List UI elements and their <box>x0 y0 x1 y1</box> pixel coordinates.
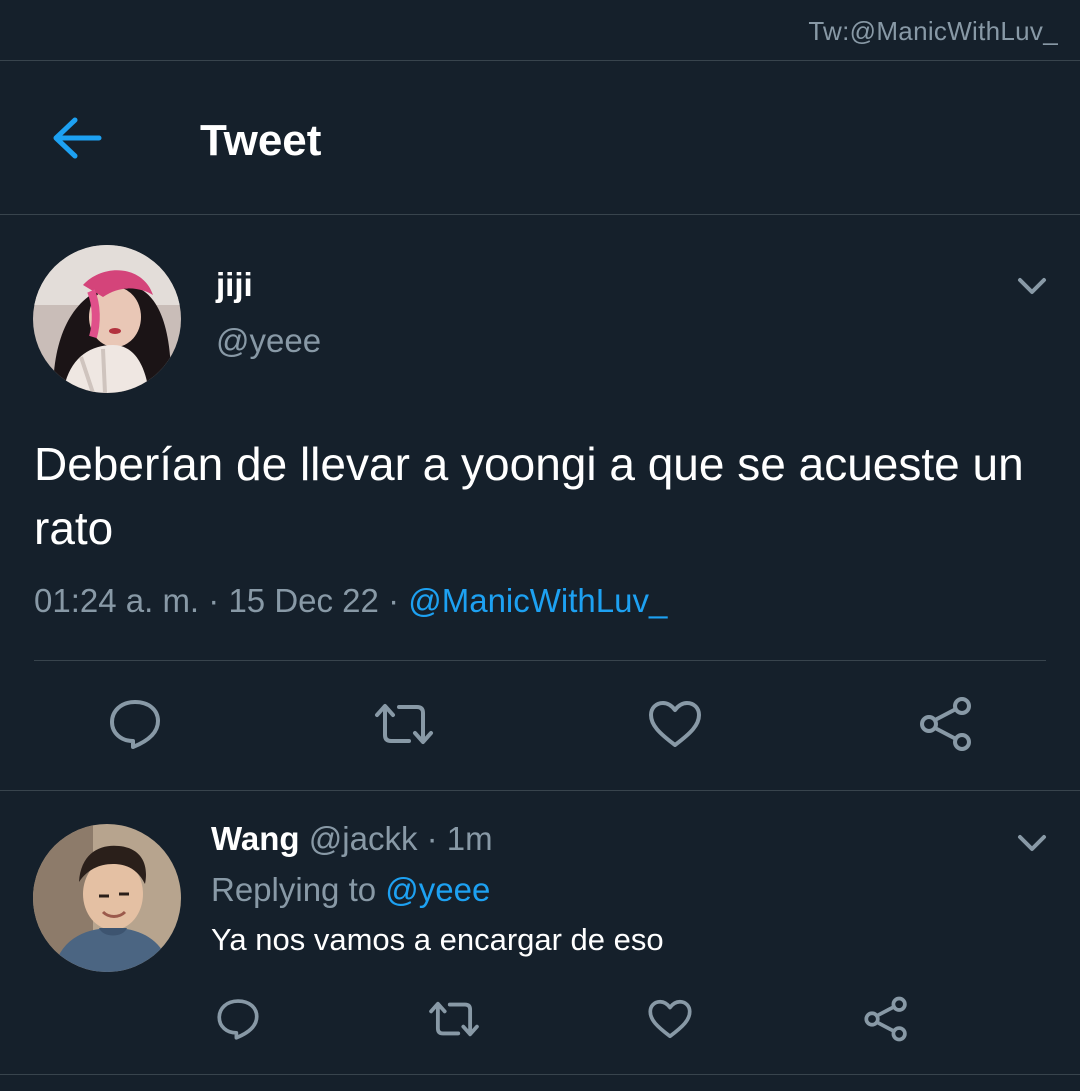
tweet-date: 15 Dec 22 <box>228 582 379 619</box>
stats-divider <box>34 660 1046 661</box>
reply-age: 1m <box>446 820 493 857</box>
tweet-time: 01:24 a. m. <box>34 582 200 619</box>
reply-author-avatar[interactable] <box>33 824 181 972</box>
reply-like-button[interactable] <box>642 993 698 1045</box>
reply-button[interactable] <box>100 692 170 756</box>
retweet-icon <box>429 1001 479 1037</box>
meta-separator: · <box>208 582 220 619</box>
reply-share-button[interactable] <box>858 993 914 1045</box>
watermark-text: Tw:@ManicWithLuv_ <box>808 16 1058 46</box>
replying-to-prefix: Replying to <box>211 871 377 908</box>
reply-reply-button[interactable] <box>210 993 266 1045</box>
tweet-text: Deberían de llevar a yoongi a que se acu… <box>34 438 1024 554</box>
retweet-button[interactable] <box>368 692 440 756</box>
reply-header: Wang @jackk · 1m <box>211 820 493 858</box>
speech-bubble-icon <box>110 700 160 749</box>
heart-icon <box>648 999 692 1039</box>
chevron-down-icon[interactable] <box>1012 829 1052 859</box>
reply-author-handle[interactable]: @jackk <box>309 820 418 857</box>
replying-to-link[interactable]: @yeee <box>385 871 490 908</box>
author-avatar[interactable] <box>33 245 181 393</box>
retweet-icon <box>375 704 433 744</box>
tweet-source-link[interactable]: @ManicWithLuv_ <box>408 582 667 619</box>
bottom-divider <box>0 1074 1080 1075</box>
author-handle[interactable]: @yeee <box>216 322 321 360</box>
chevron-down-icon[interactable] <box>1012 272 1052 302</box>
author-name[interactable]: jiji <box>216 266 253 304</box>
reply-section-divider <box>0 790 1080 791</box>
share-button[interactable] <box>912 692 980 756</box>
share-icon <box>920 697 971 751</box>
speech-bubble-icon <box>217 999 259 1040</box>
heart-icon <box>649 701 701 747</box>
reply-author-name[interactable]: Wang <box>211 820 300 857</box>
arrow-left-icon <box>53 117 102 159</box>
back-button[interactable] <box>48 112 106 164</box>
tweet-meta: 01:24 a. m. · 15 Dec 22 · @ManicWithLuv_ <box>34 582 667 620</box>
top-divider <box>0 60 1080 61</box>
header-divider <box>0 214 1080 215</box>
share-icon <box>864 996 907 1042</box>
top-bar: Tweet <box>0 62 1080 214</box>
replying-to-line: Replying to @yeee <box>211 871 490 909</box>
meta-separator: · <box>388 582 400 619</box>
reply-separator: · <box>426 820 438 857</box>
page-title: Tweet <box>200 116 322 165</box>
reply-retweet-button[interactable] <box>424 993 484 1045</box>
reply-text: Ya nos vamos a encargar de eso <box>211 922 664 957</box>
like-button[interactable] <box>642 692 708 756</box>
